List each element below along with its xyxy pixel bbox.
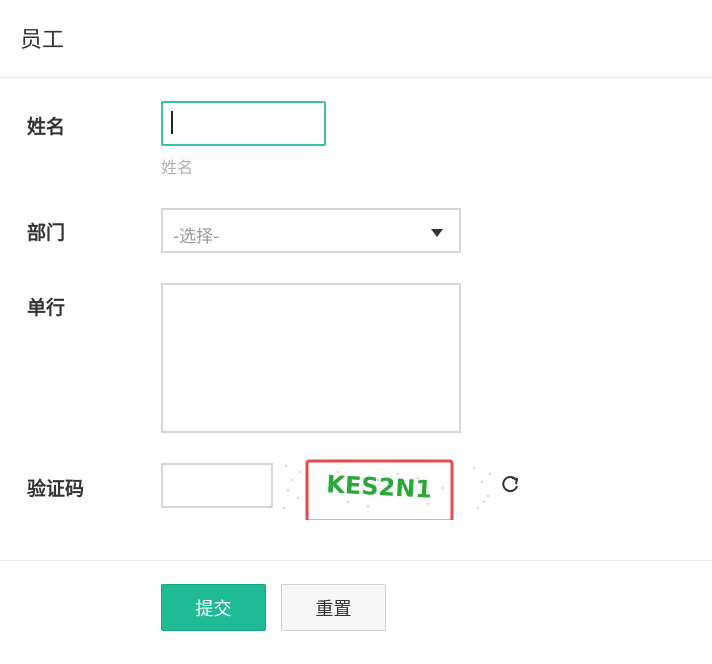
captcha-input[interactable] [161,463,273,508]
name-label: 姓名 [27,116,66,138]
submit-button[interactable]: 提交 [161,584,266,631]
reset-button[interactable]: 重置 [281,584,386,631]
page-header: 员工 [0,0,712,78]
refresh-icon[interactable] [499,474,521,496]
captcha-graphic: KES2N1 [283,459,491,520]
name-input[interactable] [161,101,326,146]
row-label: 单行 [27,297,66,319]
text-cursor [171,111,173,134]
captcha-image[interactable]: KES2N1 [278,458,496,520]
captcha-label: 验证码 [27,478,85,500]
chevron-down-icon [431,229,443,237]
department-select[interactable]: -选择- [161,208,461,253]
department-selected-value: -选择- [173,227,220,247]
captcha-text: KES2N1 [326,470,433,503]
department-label: 部门 [27,222,66,244]
page-title: 员工 [20,28,65,53]
footer-divider [0,560,712,561]
name-help-text: 姓名 [161,158,194,177]
row-textarea[interactable] [161,283,461,433]
